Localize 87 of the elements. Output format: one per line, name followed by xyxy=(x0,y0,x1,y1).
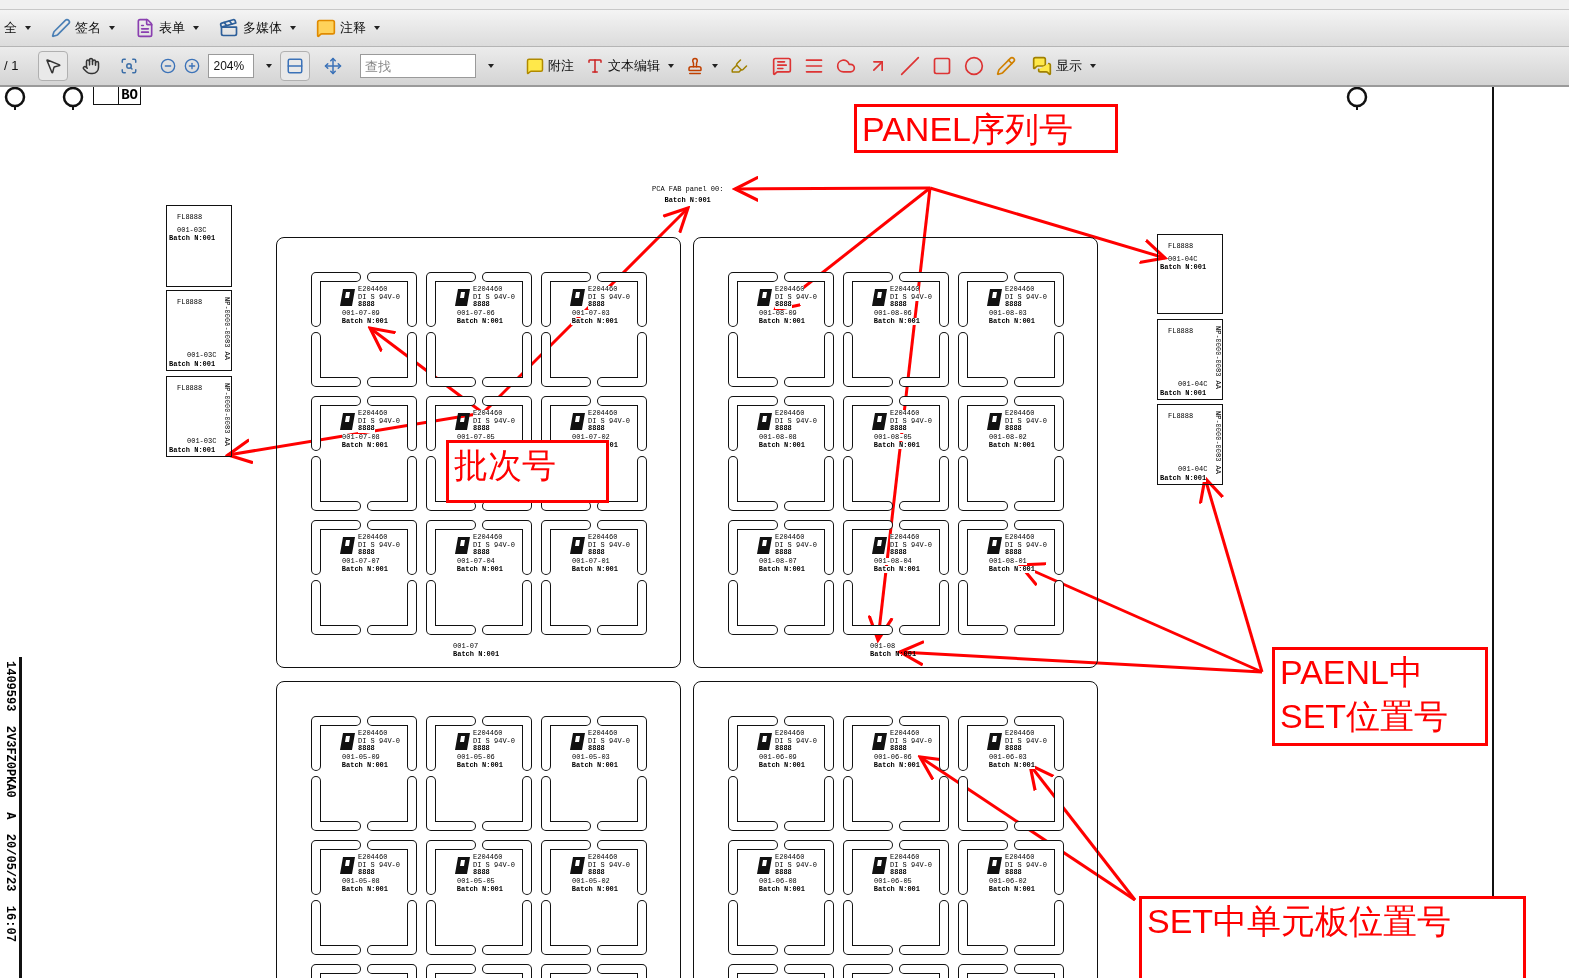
logo-icon xyxy=(454,733,472,750)
view-mode-button[interactable] xyxy=(280,51,311,81)
select-tool-button[interactable] xyxy=(38,51,69,81)
logo-icon xyxy=(756,289,774,306)
search-field[interactable]: 查找 xyxy=(360,54,477,78)
pencil-icon xyxy=(996,56,1017,76)
title-block-cell: BO xyxy=(93,87,141,105)
markup-tool-button[interactable] xyxy=(932,56,953,76)
target-mark-icon xyxy=(1344,87,1370,110)
logo-icon xyxy=(339,857,357,874)
rectangle-icon xyxy=(932,56,953,76)
markup-tool-button[interactable] xyxy=(900,56,921,76)
magnifier-icon xyxy=(120,57,139,75)
markup-tool-button[interactable] xyxy=(772,56,793,76)
logo-icon xyxy=(756,733,774,750)
logo-icon xyxy=(986,413,1004,430)
toolbar-button[interactable]: 表单 xyxy=(131,18,203,38)
zoom-out-button[interactable] xyxy=(160,58,177,74)
logo-icon xyxy=(569,537,587,554)
caret-icon xyxy=(266,64,273,68)
target-mark-icon xyxy=(60,87,86,110)
logo-icon xyxy=(986,733,1004,750)
logo-icon xyxy=(339,537,357,554)
zoom-in-button[interactable] xyxy=(184,58,201,74)
logo-icon xyxy=(871,733,889,750)
highlighter-icon xyxy=(730,57,749,75)
cloud-icon xyxy=(836,56,857,76)
lines-icon xyxy=(804,56,825,76)
logo-icon xyxy=(454,857,472,874)
annotation-text: SET位置号 xyxy=(1280,696,1450,737)
logo-icon xyxy=(986,857,1004,874)
toolbar-button[interactable]: 全 xyxy=(0,18,35,38)
comment-tool-button[interactable]: 附注 xyxy=(526,56,575,76)
caret-icon xyxy=(488,64,495,68)
ellipse-icon xyxy=(964,56,985,76)
line-icon xyxy=(900,56,921,76)
logo-icon xyxy=(339,413,357,430)
film-icon xyxy=(219,18,239,38)
stamp-text: 1409593 2V3FZ0PKA0 A 20/05/23 16:07 xyxy=(2,660,18,942)
annotation-text: PANEL序列号 xyxy=(862,109,1074,150)
logo-icon xyxy=(756,537,774,554)
form-icon xyxy=(135,18,155,38)
pen-icon xyxy=(51,18,71,38)
logo-icon xyxy=(454,537,472,554)
logo-icon xyxy=(339,289,357,306)
show-button[interactable]: 显示 xyxy=(1032,56,1097,76)
logo-icon xyxy=(871,537,889,554)
annotation-text: SET中单元板位置号 xyxy=(1147,901,1453,942)
toolbar-button[interactable]: 多媒体 xyxy=(215,18,300,38)
zoom-field[interactable]: 204% xyxy=(208,54,255,78)
logo-icon xyxy=(871,289,889,306)
toolbar-button[interactable]: 注释 xyxy=(312,18,384,38)
toolbar-button[interactable]: 签名 xyxy=(47,18,119,38)
logo-icon xyxy=(569,289,587,306)
logo-icon xyxy=(454,289,472,306)
stamp-icon xyxy=(686,57,705,75)
text-edit-icon xyxy=(586,57,605,75)
logo-icon xyxy=(454,413,472,430)
markup-tool-button[interactable] xyxy=(836,56,857,76)
hand-icon xyxy=(82,57,101,75)
annotation-text: 批次号 xyxy=(454,445,557,486)
markup-tool-button[interactable] xyxy=(964,56,985,76)
comment-tool-button[interactable] xyxy=(686,57,719,75)
logo-icon xyxy=(756,413,774,430)
comment-tool-button[interactable]: 文本编辑 xyxy=(586,56,675,76)
markup-tool-button[interactable] xyxy=(804,56,825,76)
pointer-icon xyxy=(44,57,63,75)
comment-tool-button[interactable] xyxy=(730,57,749,75)
markup-tool-button[interactable] xyxy=(996,56,1017,76)
target-mark-icon xyxy=(2,87,28,110)
page-count: / 1 xyxy=(3,57,20,76)
note-icon xyxy=(526,57,545,75)
comments-icon xyxy=(1032,56,1053,76)
speech-bubble-icon xyxy=(316,18,336,38)
annotation-text: PAENL中 xyxy=(1280,652,1424,693)
logo-icon xyxy=(986,289,1004,306)
logo-icon xyxy=(871,413,889,430)
arrows-icon xyxy=(324,57,343,75)
logo-icon xyxy=(756,857,774,874)
logo-icon xyxy=(986,537,1004,554)
logo-icon xyxy=(569,733,587,750)
logo-icon xyxy=(871,857,889,874)
page-icon xyxy=(286,57,305,75)
logo-icon xyxy=(339,733,357,750)
logo-icon xyxy=(569,413,587,430)
callout-icon xyxy=(772,56,793,76)
logo-icon xyxy=(569,857,587,874)
